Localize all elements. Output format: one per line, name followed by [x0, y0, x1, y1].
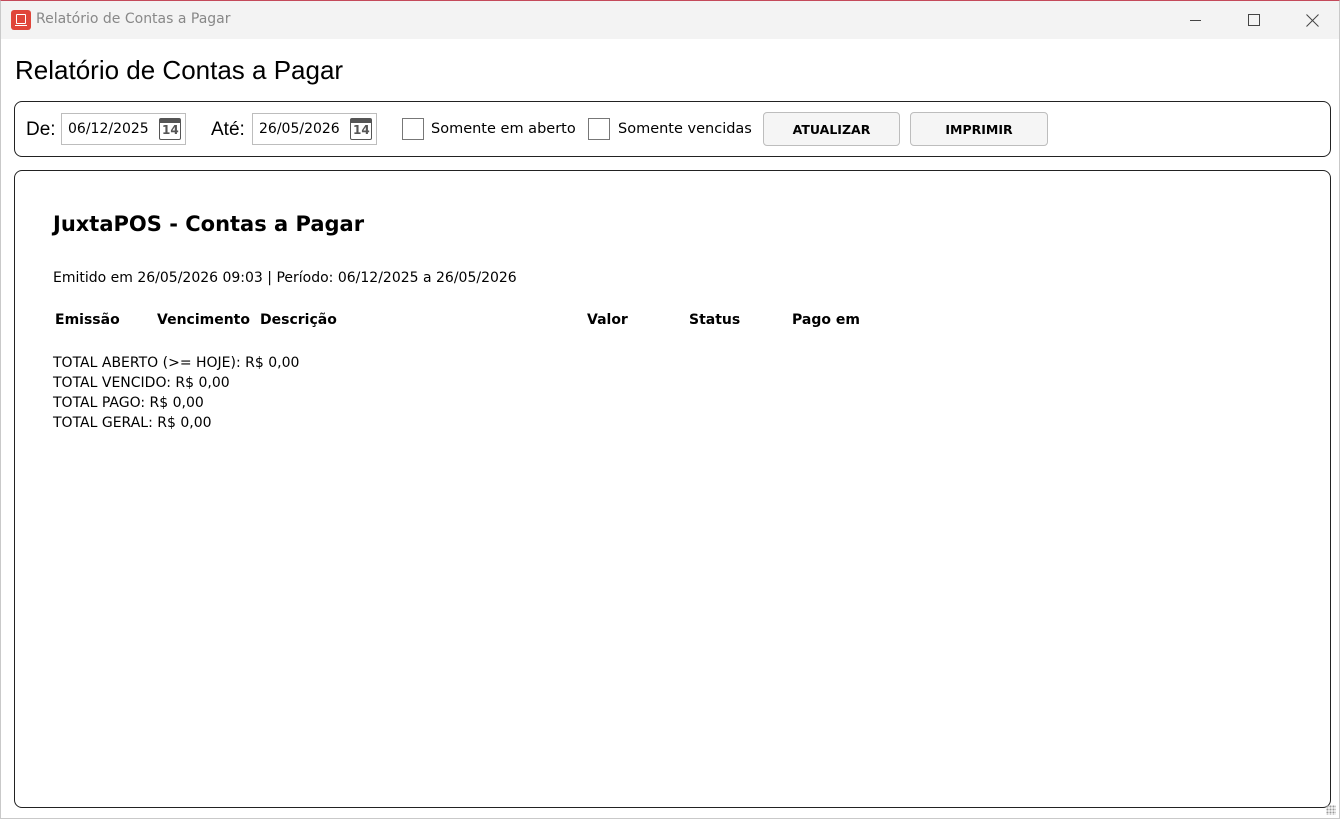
minimize-icon [1189, 19, 1201, 21]
page-title: Relatório de Contas a Pagar [15, 55, 344, 85]
column-header-vencimento: Vencimento [157, 312, 250, 328]
window-title: Relatório de Contas a Pagar [36, 11, 231, 27]
column-header-valor: Valor [587, 312, 628, 328]
date-from-picker[interactable]: 06/12/2025 14 [61, 113, 186, 145]
total-aberto: TOTAL ABERTO (>= HOJE): R$ 0,00 [53, 355, 300, 371]
report-panel[interactable] [14, 170, 1331, 808]
resize-grip-icon[interactable] [1326, 805, 1336, 815]
report-emitted-info: Emitido em 26/05/2026 09:03 | Período: 0… [53, 270, 517, 286]
maximize-icon [1248, 14, 1260, 26]
date-from-value[interactable]: 06/12/2025 [68, 121, 149, 137]
somente-vencidas-checkbox[interactable] [588, 118, 610, 140]
calendar-icon[interactable]: 14 [159, 118, 181, 140]
calendar-day: 14 [353, 123, 370, 137]
calendar-icon[interactable]: 14 [350, 118, 372, 140]
app-icon [11, 10, 31, 30]
atualizar-button[interactable]: ATUALIZAR [763, 112, 900, 146]
close-button[interactable] [1284, 1, 1342, 39]
column-header-pago-em: Pago em [792, 312, 860, 328]
title-bar[interactable]: Relatório de Contas a Pagar [1, 1, 1339, 39]
app-window: Relatório de Contas a Pagar Relatório de… [0, 0, 1340, 819]
total-vencido: TOTAL VENCIDO: R$ 0,00 [53, 375, 230, 391]
somente-aberto-checkbox[interactable] [402, 118, 424, 140]
de-label: De: [26, 119, 56, 140]
total-pago: TOTAL PAGO: R$ 0,00 [53, 395, 204, 411]
imprimir-button[interactable]: IMPRIMIR [910, 112, 1048, 146]
total-geral: TOTAL GERAL: R$ 0,00 [53, 415, 212, 431]
report-totals: TOTAL ABERTO (>= HOJE): R$ 0,00 TOTAL VE… [53, 353, 299, 433]
date-to-value[interactable]: 26/05/2026 [259, 121, 340, 137]
somente-vencidas-label[interactable]: Somente vencidas [618, 121, 752, 137]
close-icon [1306, 13, 1320, 27]
column-header-emissao: Emissão [55, 312, 120, 328]
somente-aberto-label[interactable]: Somente em aberto [431, 121, 576, 137]
minimize-button[interactable] [1166, 1, 1224, 39]
ate-label: Até: [211, 119, 245, 140]
column-header-descricao: Descrição [260, 312, 337, 328]
maximize-button[interactable] [1225, 1, 1283, 39]
report-title: JuxtaPOS - Contas a Pagar [53, 212, 365, 236]
calendar-day: 14 [162, 123, 179, 137]
date-to-picker[interactable]: 26/05/2026 14 [252, 113, 377, 145]
column-header-status: Status [689, 312, 741, 328]
